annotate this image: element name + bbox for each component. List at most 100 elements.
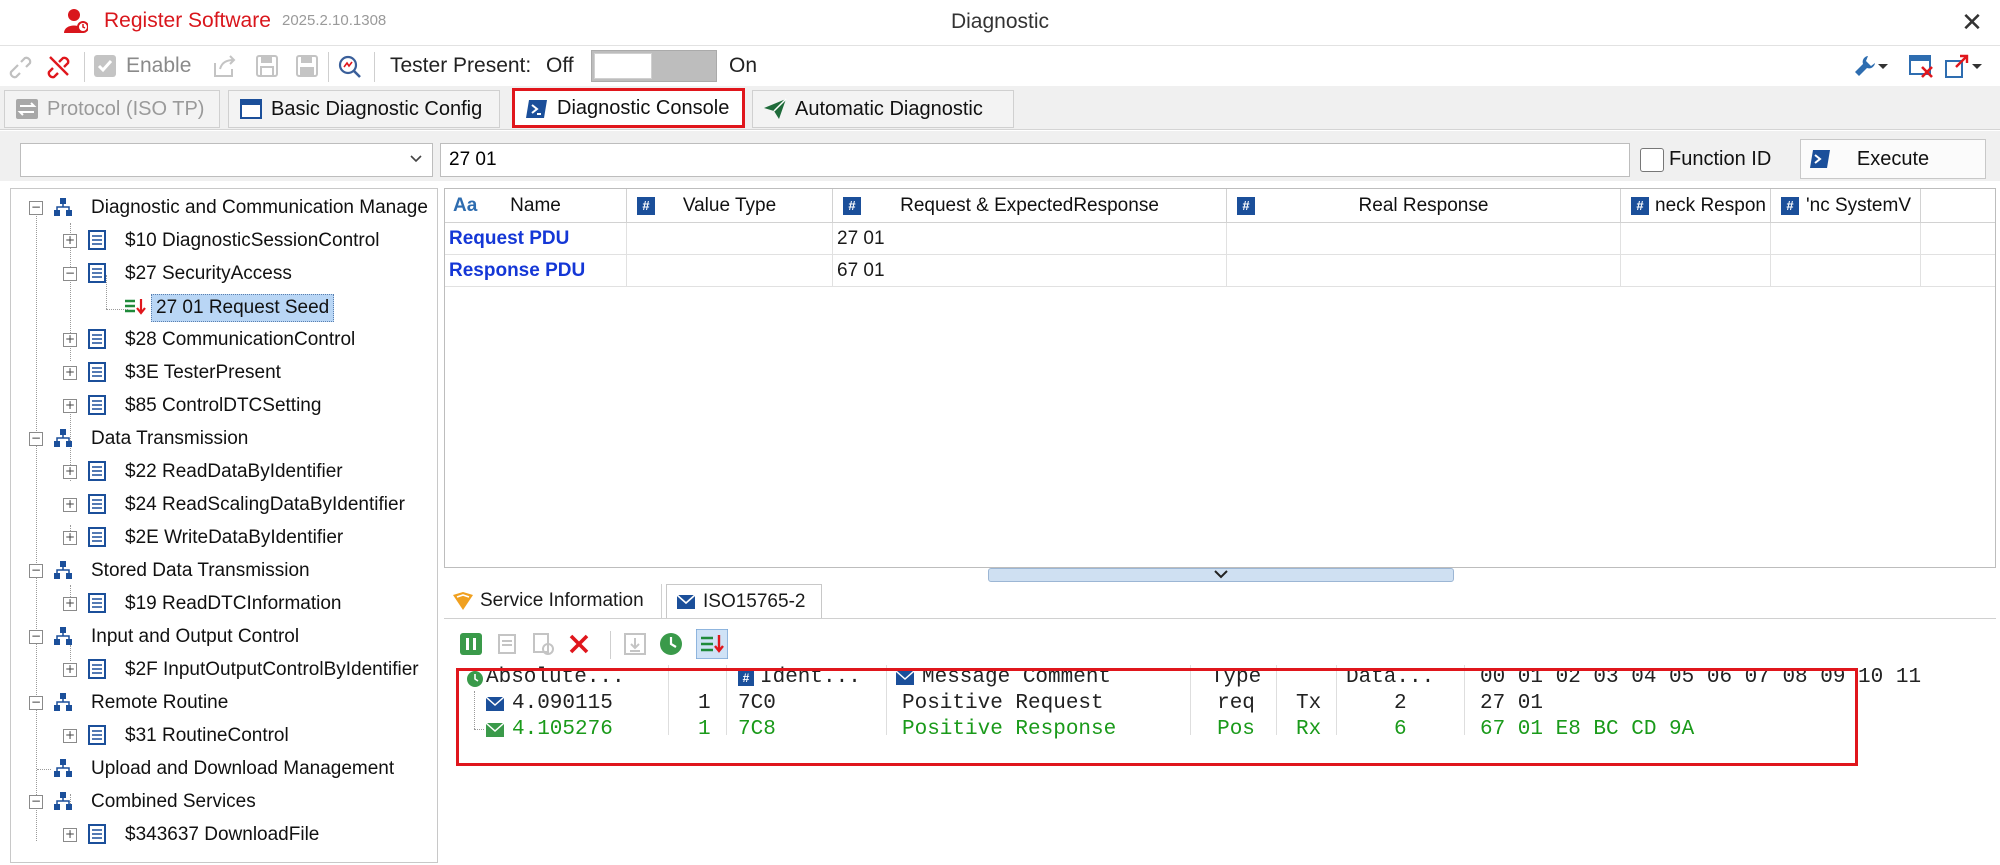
- collapse-toggle[interactable]: −: [29, 630, 43, 644]
- expand-toggle[interactable]: +: [63, 597, 77, 611]
- chevron-down-icon[interactable]: [1876, 53, 1890, 79]
- tree-node-group[interactable]: − Input and Output Control: [11, 622, 437, 652]
- row-value-type[interactable]: [627, 223, 833, 255]
- copy-format-icon[interactable]: [530, 631, 556, 657]
- row-check[interactable]: [1621, 223, 1771, 255]
- tab-diagnostic-console[interactable]: Diagnostic Console: [512, 88, 745, 128]
- pause-icon[interactable]: [458, 631, 484, 657]
- row-real-response[interactable]: [1227, 223, 1621, 255]
- function-id-label[interactable]: Function ID: [1669, 148, 1771, 171]
- enable-label[interactable]: Enable: [126, 54, 191, 78]
- function-id-checkbox[interactable]: [1640, 148, 1664, 172]
- expand-toggle[interactable]: +: [63, 663, 77, 677]
- detach-icon[interactable]: [1944, 53, 1970, 79]
- scroll-bottom-icon[interactable]: [622, 631, 648, 657]
- tree-node-service[interactable]: + $19 ReadDTCInformation: [11, 589, 437, 619]
- column-header-name[interactable]: Aa Name: [445, 189, 627, 223]
- close-button[interactable]: ✕: [1956, 6, 1988, 38]
- row-sync[interactable]: [1771, 255, 1921, 287]
- wrench-icon[interactable]: [1852, 53, 1878, 79]
- tree-node-service[interactable]: + $10 DiagnosticSessionControl: [11, 226, 437, 256]
- request-input[interactable]: [440, 143, 1630, 177]
- collapse-toggle[interactable]: −: [29, 432, 43, 446]
- row-name[interactable]: Request PDU: [445, 223, 627, 255]
- tab-protocol-iso-tp[interactable]: Protocol (ISO TP): [4, 90, 220, 128]
- service-select[interactable]: [20, 143, 433, 177]
- row-request[interactable]: 67 01: [833, 255, 1227, 287]
- column-header-value-type[interactable]: # Value Type: [627, 189, 833, 223]
- collapse-toggle[interactable]: −: [29, 564, 43, 578]
- search-icon[interactable]: [336, 53, 362, 79]
- grid-row[interactable]: Response PDU 67 01: [445, 255, 1995, 287]
- collapse-toggle[interactable]: −: [63, 267, 77, 281]
- tree-node-service[interactable]: + $85 ControlDTCSetting: [11, 391, 437, 421]
- tab-automatic-diagnostic[interactable]: Automatic Diagnostic: [752, 90, 1014, 128]
- collapse-toggle[interactable]: −: [29, 201, 43, 215]
- hash-icon: #: [843, 197, 861, 215]
- tree-node-service[interactable]: + $24 ReadScalingDataByIdentifier: [11, 490, 437, 520]
- unlink-icon[interactable]: [46, 53, 72, 79]
- chevron-down-icon[interactable]: [1970, 53, 1984, 79]
- tree-node-service[interactable]: + $22 ReadDataByIdentifier: [11, 457, 437, 487]
- tree-node-service[interactable]: + $28 CommunicationControl: [11, 325, 437, 355]
- text-type-icon: Aa: [453, 195, 478, 216]
- expand-toggle[interactable]: +: [63, 531, 77, 545]
- tree-node-group[interactable]: − Remote Routine: [11, 688, 437, 718]
- row-name[interactable]: Response PDU: [445, 255, 627, 287]
- tree-node-group[interactable]: − Stored Data Transmission: [11, 556, 437, 586]
- column-header-request[interactable]: # Request & ExpectedResponse: [833, 189, 1227, 223]
- grid-row[interactable]: Request PDU 27 01: [445, 223, 1995, 255]
- row-check[interactable]: [1621, 255, 1771, 287]
- column-header-sync-system[interactable]: # 'nc SystemV: [1771, 189, 1921, 223]
- expand-toggle[interactable]: +: [63, 234, 77, 248]
- expand-toggle[interactable]: +: [63, 366, 77, 380]
- tree-node-label: Data Transmission: [91, 428, 249, 449]
- tree-node-group[interactable]: − Combined Services: [11, 787, 437, 817]
- tab-iso15765-2[interactable]: ISO15765-2: [666, 584, 822, 618]
- tab-service-information[interactable]: Service Information: [444, 584, 662, 618]
- expand-toggle[interactable]: +: [63, 729, 77, 743]
- tree-node-service[interactable]: + $343637 DownloadFile: [11, 820, 437, 850]
- tree-node-service[interactable]: − $27 SecurityAccess: [11, 259, 437, 289]
- tree-node-service[interactable]: + $2F InputOutputControlByIdentifier: [11, 655, 437, 685]
- expand-toggle[interactable]: +: [63, 465, 77, 479]
- copy-icon[interactable]: [494, 631, 520, 657]
- list-doc-icon: [88, 527, 106, 547]
- tab-basic-diagnostic-config[interactable]: Basic Diagnostic Config: [228, 90, 500, 128]
- execute-button[interactable]: Execute: [1800, 139, 1986, 179]
- save-icon[interactable]: [254, 53, 280, 79]
- expand-toggle[interactable]: +: [63, 828, 77, 842]
- chevron-down-icon[interactable]: [1213, 570, 1229, 580]
- toggle-knob[interactable]: [594, 53, 652, 79]
- column-header-check-response[interactable]: # neck Respon: [1621, 189, 1771, 223]
- expand-toggle[interactable]: +: [63, 399, 77, 413]
- close-window-icon[interactable]: [1908, 53, 1934, 79]
- request-list-icon[interactable]: [696, 629, 728, 659]
- tree-node-group[interactable]: − Diagnostic and Communication Manage: [11, 193, 437, 223]
- tree-node-service[interactable]: + $2E WriteDataByIdentifier: [11, 523, 437, 553]
- tree-node-group[interactable]: − Data Transmission: [11, 424, 437, 454]
- collapse-toggle[interactable]: −: [29, 696, 43, 710]
- collapse-toggle[interactable]: −: [29, 795, 43, 809]
- row-value-type[interactable]: [627, 255, 833, 287]
- expand-toggle[interactable]: +: [63, 498, 77, 512]
- tree-node-group[interactable]: Upload and Download Management: [11, 754, 437, 784]
- link-icon[interactable]: [8, 53, 34, 79]
- clear-icon[interactable]: [566, 631, 592, 657]
- tree-node-service[interactable]: + $31 RoutineControl: [11, 721, 437, 751]
- save-as-icon[interactable]: [294, 53, 320, 79]
- tree-node-request-seed[interactable]: 27 01 Request Seed: [11, 292, 437, 322]
- panel-splitter[interactable]: [988, 568, 1454, 582]
- toolbar-separator: [84, 52, 85, 82]
- expand-toggle[interactable]: +: [63, 333, 77, 347]
- row-request[interactable]: 27 01: [833, 223, 1227, 255]
- chevron-down-icon[interactable]: [408, 150, 424, 166]
- export-icon[interactable]: [212, 53, 238, 79]
- checkbox-icon[interactable]: [92, 53, 118, 79]
- clock-icon[interactable]: [658, 631, 684, 657]
- row-real-response[interactable]: [1227, 255, 1621, 287]
- column-header-real-response[interactable]: # Real Response: [1227, 189, 1621, 223]
- tree-node-service[interactable]: + $3E TesterPresent: [11, 358, 437, 388]
- row-sync[interactable]: [1771, 223, 1921, 255]
- tester-present-toggle[interactable]: [591, 50, 717, 82]
